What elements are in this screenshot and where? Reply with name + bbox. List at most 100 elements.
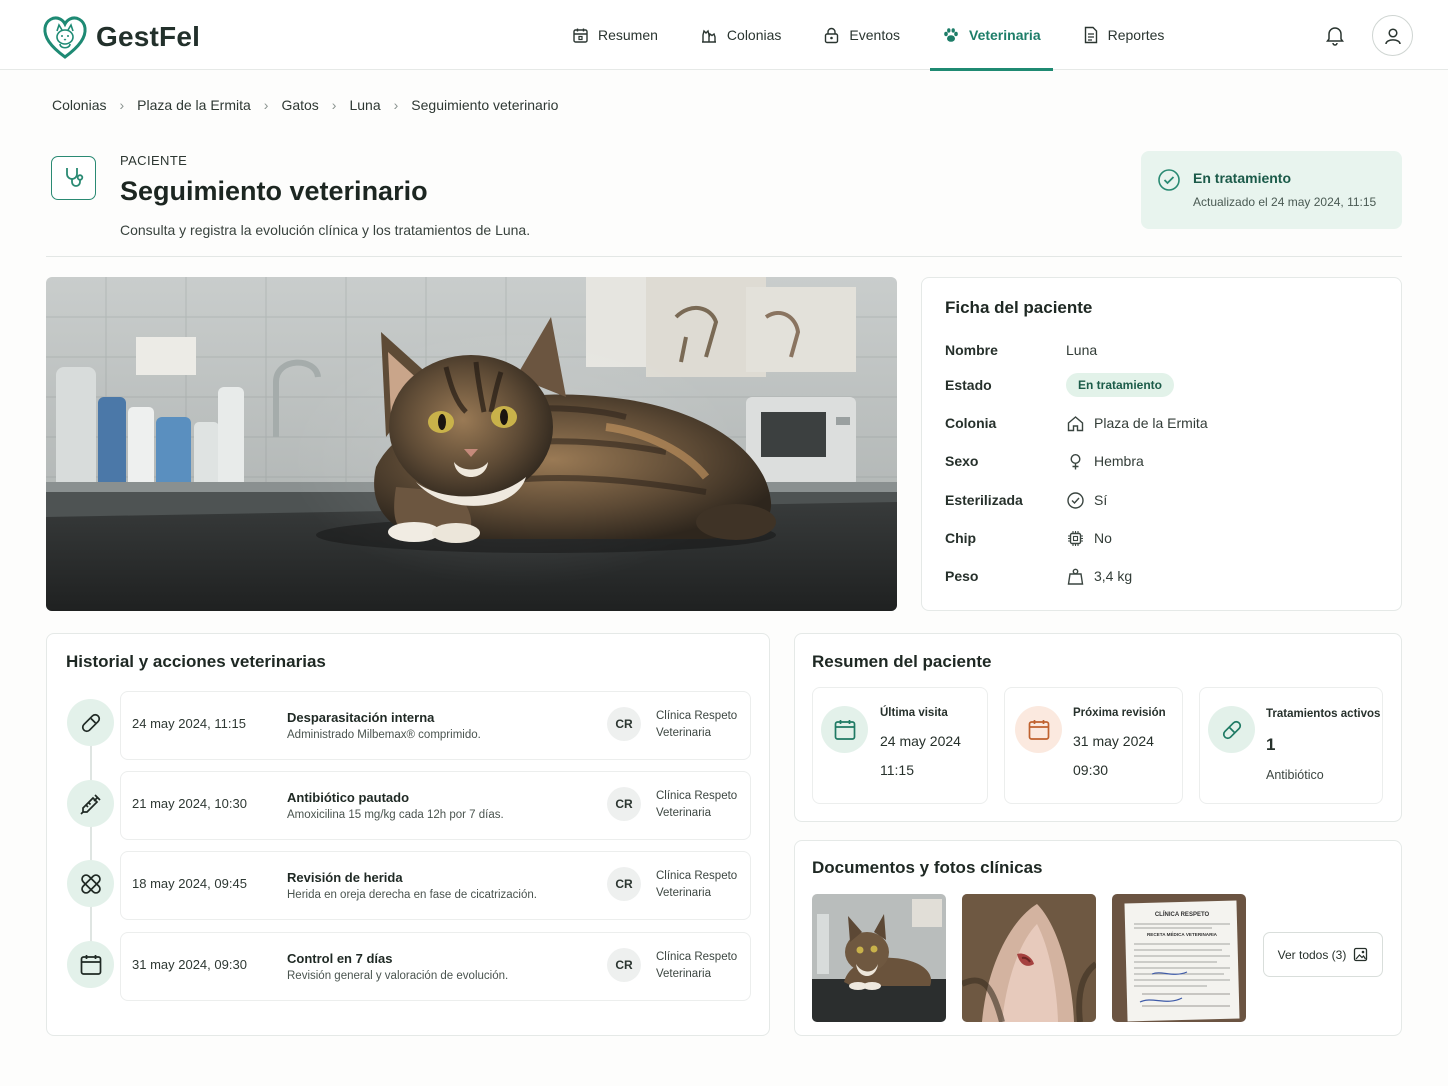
breadcrumb-item[interactable]: Colonias xyxy=(52,97,106,113)
clinic-name: Clínica Respeto Veterinaria xyxy=(656,790,738,819)
history-item[interactable]: 24 may 2024, 11:15 Desparasitación inter… xyxy=(120,691,751,760)
app-logo[interactable]: GestFel xyxy=(42,14,200,60)
paw-icon xyxy=(944,28,958,42)
cat-heart-logo-icon xyxy=(43,16,87,59)
history-title: Revisión de herida xyxy=(287,870,403,885)
field-colonia: Colonia Plaza de la Ermita xyxy=(945,412,1385,434)
app-name: GestFel xyxy=(96,21,201,52)
patient-photo xyxy=(46,277,897,611)
nav-label: Reportes xyxy=(1107,27,1165,43)
history-item[interactable]: 18 may 2024, 09:45 Revisión de herida He… xyxy=(120,851,751,920)
clinic-avatar: CR xyxy=(607,787,641,821)
document-icon xyxy=(1084,26,1097,44)
nav-label: Eventos xyxy=(849,27,900,43)
user-avatar-button[interactable] xyxy=(1372,15,1413,56)
pill-icon xyxy=(1208,706,1255,753)
history-date: 18 may 2024, 09:45 xyxy=(132,876,247,891)
view-all-label: Ver todos (3) xyxy=(1277,947,1347,962)
field-label: Colonia xyxy=(945,415,997,431)
pill-icon xyxy=(67,699,114,746)
stat-last-visit: Última visita 24 may 2024 11:15 xyxy=(812,687,988,804)
notifications-button[interactable] xyxy=(1324,24,1346,51)
nav-reportes[interactable]: Reportes xyxy=(1071,0,1177,70)
stat-next-review: Próxima revisión 31 may 2024 09:30 xyxy=(1004,687,1183,804)
field-value: Plaza de la Ermita xyxy=(1094,415,1208,431)
stat-active-treatments: Tratamientos activos 1 Antibiótico xyxy=(1199,687,1383,804)
history-title: Control en 7 días xyxy=(287,951,393,966)
chip-icon xyxy=(1068,530,1083,546)
card-title: Ficha del paciente xyxy=(945,298,1093,317)
view-all-button[interactable]: Ver todos (3) xyxy=(1263,932,1383,977)
nav-label: Resumen xyxy=(598,27,658,43)
stat-label: Última visita xyxy=(880,707,948,719)
stat-value-secondary: Antibiótico xyxy=(1266,768,1324,782)
breadcrumb-current: Seguimiento veterinario xyxy=(411,97,559,113)
history-date: 21 may 2024, 10:30 xyxy=(132,796,247,811)
card-title: Historial y acciones veterinarias xyxy=(66,652,326,671)
user-icon xyxy=(1384,27,1401,44)
history-date: 31 may 2024, 09:30 xyxy=(132,957,247,972)
documents-card: Documentos y fotos clínicas CLÍNICA RESP… xyxy=(794,840,1402,1036)
history-date: 24 may 2024, 11:15 xyxy=(132,716,246,731)
stat-label: Próxima revisión xyxy=(1073,707,1166,719)
field-sexo: Sexo Hembra xyxy=(945,450,1385,472)
nav-colonias[interactable]: Colonias xyxy=(688,0,793,70)
check-circle-icon xyxy=(1067,491,1084,509)
history-desc: Amoxicilina 15 mg/kg cada 12h por 7 días… xyxy=(287,809,504,821)
nav-resumen[interactable]: Resumen xyxy=(560,0,670,70)
field-label: Esterilizada xyxy=(945,492,1023,508)
stat-label: Tratamientos activos xyxy=(1266,708,1381,720)
page-title: Seguimiento veterinario xyxy=(120,176,428,206)
breadcrumb-item[interactable]: Gatos xyxy=(281,97,318,113)
history-item[interactable]: 21 may 2024, 10:30 Antibiótico pautado A… xyxy=(120,771,751,840)
home-icon xyxy=(1067,415,1084,431)
patient-summary-card: Resumen del paciente Última visita 24 ma… xyxy=(794,633,1402,822)
clinic-name: Clínica Respeto Veterinaria xyxy=(656,951,738,980)
stethoscope-icon xyxy=(65,168,83,187)
field-value: No xyxy=(1094,530,1112,546)
chevron-right-icon: › xyxy=(331,97,337,113)
status-title: En tratamiento xyxy=(1193,170,1292,186)
field-label: Chip xyxy=(945,530,977,546)
history-title: Desparasitación interna xyxy=(287,710,435,725)
field-value: Luna xyxy=(1066,342,1098,358)
nav-veterinaria[interactable]: Veterinaria xyxy=(930,0,1053,71)
status-card: En tratamiento Actualizado el 24 may 202… xyxy=(1141,151,1402,229)
cats-icon xyxy=(701,29,716,43)
divider xyxy=(46,256,1402,257)
field-label: Nombre xyxy=(945,342,998,358)
document-header-text: CLÍNICA RESPETO xyxy=(1155,910,1210,918)
stat-value-secondary: 09:30 xyxy=(1073,762,1109,778)
calendar-icon xyxy=(67,941,114,988)
clinical-photo-thumbnail[interactable] xyxy=(962,894,1096,1022)
field-label: Sexo xyxy=(945,453,979,469)
stat-value: 31 may 2024 xyxy=(1073,733,1154,749)
calendar-icon xyxy=(573,28,588,43)
stat-value: 24 may 2024 xyxy=(880,733,961,749)
cat-photo-illustration xyxy=(46,277,897,611)
nav-eventos[interactable]: Eventos xyxy=(811,0,912,70)
clinical-photo-thumbnail[interactable] xyxy=(812,894,946,1022)
check-circle-icon xyxy=(1158,169,1180,191)
breadcrumb-item[interactable]: Luna xyxy=(349,97,380,113)
chevron-right-icon: › xyxy=(263,97,269,113)
field-value: Hembra xyxy=(1094,453,1144,469)
field-esterilizada: Esterilizada Sí xyxy=(945,489,1385,511)
history-item[interactable]: 31 may 2024, 09:30 Control en 7 días Rev… xyxy=(120,932,751,1001)
chevron-right-icon: › xyxy=(393,97,399,113)
syringe-icon xyxy=(67,780,114,827)
clinic-avatar: CR xyxy=(607,707,641,741)
field-value: 3,4 kg xyxy=(1094,568,1133,584)
bell-icon xyxy=(1326,27,1344,46)
card-title: Resumen del paciente xyxy=(812,652,992,671)
clinical-document-thumbnail[interactable]: CLÍNICA RESPETO RECETA MÉDICA VETERINARI… xyxy=(1112,894,1246,1022)
breadcrumb-item[interactable]: Plaza de la Ermita xyxy=(137,97,251,113)
stethoscope-icon-box xyxy=(51,156,96,200)
stat-value-secondary: 11:15 xyxy=(880,762,914,778)
field-chip: Chip No xyxy=(945,527,1385,549)
stat-value: 1 xyxy=(1266,735,1276,754)
nav-label: Colonias xyxy=(726,27,782,43)
document-subheader-text: RECETA MÉDICA VETERINARIA xyxy=(1147,930,1218,937)
field-estado: Estado En tratamiento xyxy=(945,373,1385,397)
clinic-avatar: CR xyxy=(607,948,641,982)
